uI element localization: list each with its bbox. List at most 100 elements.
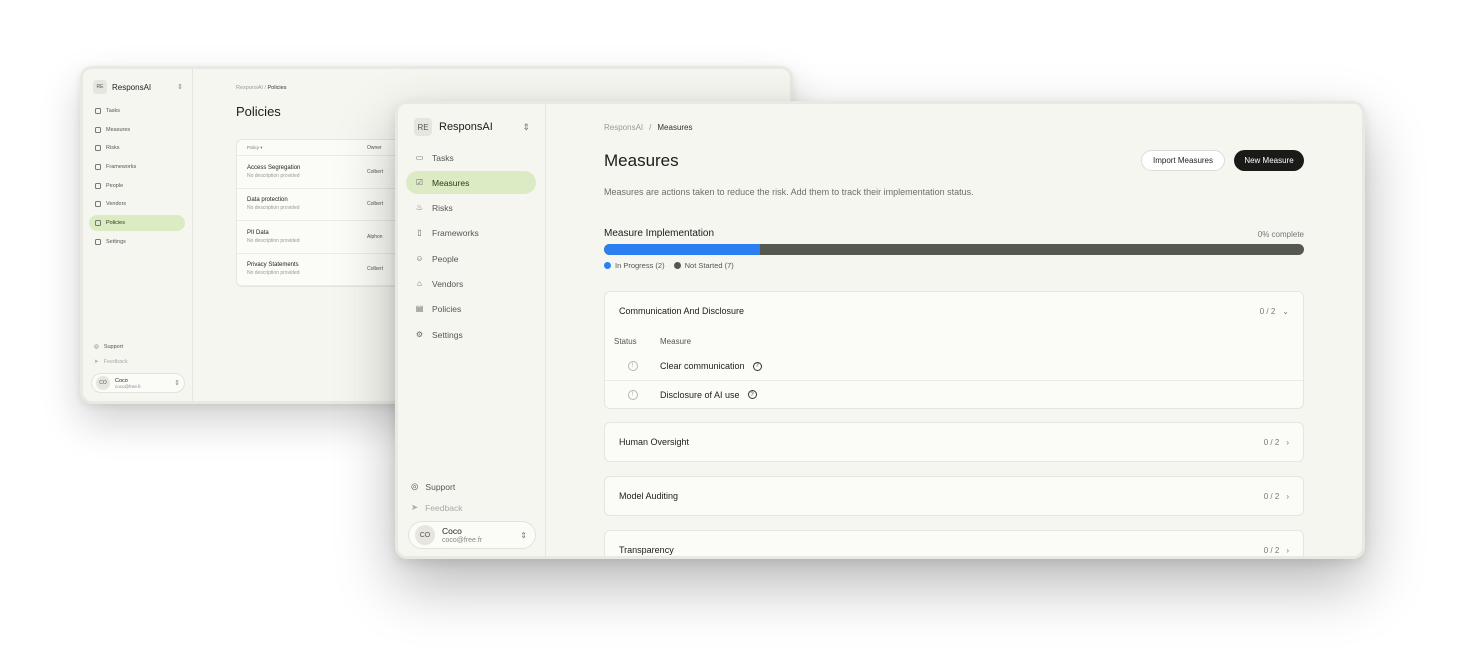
sidebar-item-measures[interactable]: ☑ Measures <box>406 171 536 195</box>
sidebar-item-risks[interactable]: Risks <box>89 140 185 156</box>
policy-description: No description provided <box>247 205 300 212</box>
sidebar-item-settings[interactable]: Settings <box>89 234 185 250</box>
sidebar-item-label: Policies <box>106 220 125 227</box>
group-count: 0 / 2 <box>1263 437 1280 447</box>
measure-table-header: Status Measure <box>605 330 1303 352</box>
sidebar-item-label: Settings <box>432 329 463 340</box>
send-icon: ➤ <box>94 358 99 365</box>
page-description: Measures are actions taken to reduce the… <box>604 187 974 197</box>
main-content: ResponsAI / Measures Measures Import Mea… <box>546 104 1362 556</box>
legend-label: Not Started (7) <box>684 261 734 270</box>
file-icon: ▤ <box>415 304 424 314</box>
group-name: Communication And Disclosure <box>619 306 745 316</box>
support-link[interactable]: ◎ Support <box>91 339 185 354</box>
status-not-started-icon[interactable]: ! <box>627 361 638 371</box>
sidebar-item-label: Measures <box>432 177 470 188</box>
feedback-link[interactable]: ➤ Feedback <box>91 354 185 369</box>
policy-description: No description provided <box>247 172 300 179</box>
sidebar-item-label: Settings <box>106 238 126 245</box>
lifebuoy-icon: ◎ <box>411 481 419 491</box>
sidebar-item-people[interactable]: People <box>89 178 185 194</box>
flame-icon <box>95 145 101 152</box>
chevron-right-icon: › <box>1286 491 1289 501</box>
user-menu[interactable]: CO Coco coco@free.fr ⇕ <box>408 521 536 549</box>
feedback-label: Feedback <box>425 502 463 513</box>
policy-title: Data protection <box>247 197 288 204</box>
sidebar-item-policies[interactable]: ▤ Policies <box>406 298 536 321</box>
sidebar-item-risks[interactable]: ♨ Risks <box>406 197 536 220</box>
policy-owner: Colbert <box>367 266 384 273</box>
measure-group-header[interactable]: Model Auditing 0 / 2 › <box>605 477 1303 515</box>
measures-window: RE ResponsAI ⇕ ▭ Tasks ☑ Measures ♨ Risks ▯… <box>395 101 1365 559</box>
page-title: Measures <box>604 151 679 170</box>
support-label: Support <box>425 481 456 492</box>
gear-icon <box>95 238 101 245</box>
sidebar-item-tasks[interactable]: ▭ Tasks <box>406 146 536 169</box>
chevron-right-icon: › <box>1286 545 1289 555</box>
column-header-status: Status <box>614 336 637 346</box>
inbox-icon <box>95 108 101 114</box>
sidebar-item-label: Risks <box>106 145 120 152</box>
column-label: Policy <box>247 144 260 150</box>
breadcrumb: ResponsAI / Measures <box>604 123 693 132</box>
gear-icon: ⚙ <box>415 329 424 339</box>
chevron-right-icon: › <box>1286 437 1289 447</box>
breadcrumb-current: Policies <box>267 85 287 91</box>
sidebar-item-frameworks[interactable]: ▯ Frameworks <box>406 222 536 245</box>
sidebar-item-measures[interactable]: Measures <box>89 122 185 138</box>
sidebar-item-vendors[interactable]: ⌂ Vendors <box>406 272 536 295</box>
sidebar-item-people[interactable]: ☺ People <box>406 247 536 270</box>
sidebar-item-label: People <box>106 182 124 189</box>
measure-group-header[interactable]: Transparency 0 / 2 › <box>605 531 1303 556</box>
org-switcher[interactable]: RE ResponsAI ⇕ <box>93 79 183 95</box>
breadcrumb-root[interactable]: ResponsAI <box>604 123 643 132</box>
sidebar-item-label: Tasks <box>432 152 454 163</box>
sidebar-item-label: Risks <box>432 203 453 214</box>
measure-row[interactable]: ! Disclosure of AI use ? <box>605 380 1303 408</box>
sidebar-item-tasks[interactable]: Tasks <box>89 103 185 119</box>
policy-description: No description provided <box>247 237 300 244</box>
policy-description: No description provided <box>247 270 300 277</box>
legend-item: In Progress (2) <box>604 261 665 270</box>
column-header-policy[interactable]: Policy ▾ <box>237 145 367 151</box>
support-label: Support <box>103 343 124 350</box>
breadcrumb-root[interactable]: ResponsAI <box>236 85 263 91</box>
new-measure-button[interactable]: New Measure <box>1234 150 1304 171</box>
measure-group-header[interactable]: Human Oversight 0 / 2 › <box>605 423 1303 461</box>
sidebar-item-frameworks[interactable]: Frameworks <box>89 159 185 175</box>
measure-group-header[interactable]: Communication And Disclosure 0 / 2 ⌄ <box>605 292 1303 330</box>
sidebar: RE ResponsAI ⇕ Tasks Measures Risks Fram… <box>83 69 193 401</box>
group-name: Human Oversight <box>619 437 690 447</box>
inbox-icon: ▭ <box>415 152 424 162</box>
legend-dot-gray <box>673 262 681 269</box>
org-name: ResponsAI <box>112 82 152 92</box>
help-circle-icon[interactable]: ? <box>747 390 757 399</box>
help-circle-icon[interactable]: ? <box>752 361 762 371</box>
sidebar-item-label: Vendors <box>106 201 127 208</box>
user-email: coco@free.fr <box>442 536 483 544</box>
support-link[interactable]: ◎ Support <box>408 476 536 497</box>
flame-icon: ♨ <box>415 203 424 213</box>
chevron-updown-icon: ⇕ <box>520 530 527 540</box>
measure-name: Disclosure of AI use <box>660 389 740 400</box>
column-header-owner[interactable]: Owner <box>367 145 382 151</box>
sidebar-item-policies[interactable]: Policies <box>89 215 185 232</box>
sidebar-item-vendors[interactable]: Vendors <box>89 196 185 212</box>
breadcrumb-separator: / <box>264 85 266 91</box>
group-name: Transparency <box>619 545 674 555</box>
breadcrumb-current: Measures <box>657 123 693 132</box>
org-badge: RE <box>414 118 432 136</box>
sidebar-item-label: People <box>432 253 459 264</box>
sidebar-item-label: Policies <box>432 304 462 315</box>
status-not-started-icon[interactable]: ! <box>627 389 638 400</box>
policy-owner: Alphon <box>367 233 383 240</box>
import-measures-button[interactable]: Import Measures <box>1141 150 1225 171</box>
measure-row[interactable]: ! Clear communication ? <box>605 352 1303 380</box>
users-icon <box>95 182 101 189</box>
sidebar-item-settings[interactable]: ⚙ Settings <box>406 323 536 346</box>
feedback-label: Feedback <box>103 358 128 365</box>
org-switcher[interactable]: RE ResponsAI ⇕ <box>414 117 530 137</box>
feedback-link[interactable]: ➤ Feedback <box>408 497 536 518</box>
user-menu[interactable]: CO Coco coco@free.fr ⇕ <box>91 373 185 393</box>
policy-title: Privacy Statements <box>247 262 299 269</box>
